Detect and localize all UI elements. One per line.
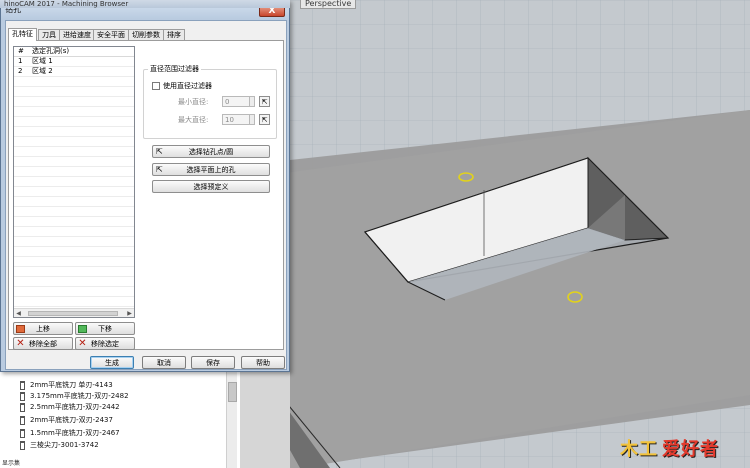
column-header-number: # bbox=[18, 47, 24, 55]
tool-icon bbox=[20, 429, 25, 438]
tab-clearance-plane[interactable]: 安全平面 bbox=[93, 29, 129, 40]
move-down-button[interactable]: 下移 bbox=[75, 322, 135, 335]
list-item-empty bbox=[14, 107, 134, 117]
browser-side-strip bbox=[240, 370, 290, 468]
list-item-empty bbox=[14, 157, 134, 167]
tool-item[interactable]: 2mm平底铣刀-双刃-2437 bbox=[20, 415, 113, 426]
tool-item[interactable]: 1.5mm平底铣刀-双刃-2467 bbox=[20, 428, 120, 439]
column-header-selected-holes: 选定孔洞(s) bbox=[32, 47, 70, 55]
viewport-label: Perspective bbox=[300, 0, 357, 9]
tool-item[interactable]: 2.5mm平底铣刀-双刃-2442 bbox=[20, 402, 120, 413]
max-diameter-label: 最大直径: bbox=[178, 116, 209, 124]
tool-icon bbox=[20, 416, 25, 425]
tool-icon bbox=[20, 381, 25, 390]
list-item-empty bbox=[14, 137, 134, 147]
list-item-empty bbox=[14, 117, 134, 127]
list-item-empty bbox=[14, 147, 134, 157]
list-item-empty bbox=[14, 297, 134, 307]
list-item[interactable]: 1 区域 1 bbox=[14, 57, 134, 67]
tab-panel-hole-features: # 选定孔洞(s) 1 区域 1 2 区域 2 ◀ ▶ 上移 下移 ✕ 移除全部… bbox=[8, 40, 284, 350]
list-item-empty bbox=[14, 207, 134, 217]
list-horizontal-scrollbar[interactable]: ◀ ▶ bbox=[14, 308, 134, 317]
list-item-empty bbox=[14, 237, 134, 247]
delete-icon: ✕ bbox=[16, 338, 25, 349]
list-item-empty bbox=[14, 257, 134, 267]
diameter-filter-group: 直径范围过滤器 使用直径过滤器 最小直径: 0 ⇱ 最大直径: 10 ⇱ bbox=[143, 64, 277, 139]
select-predefined-button[interactable]: 选择预定义 bbox=[152, 180, 270, 193]
select-drill-points-button[interactable]: ⇱ 选择钻孔点/圆 bbox=[152, 145, 270, 158]
cancel-button[interactable]: 取消 bbox=[142, 356, 186, 369]
hole-list[interactable]: # 选定孔洞(s) 1 区域 1 2 区域 2 ◀ ▶ bbox=[13, 46, 135, 318]
tool-icon bbox=[20, 441, 25, 450]
list-item-empty bbox=[14, 287, 134, 297]
scroll-thumb[interactable] bbox=[28, 311, 118, 316]
min-diameter-input[interactable]: 0 bbox=[222, 96, 250, 107]
select-holes-on-plane-button[interactable]: ⇱ 选择平面上的孔 bbox=[152, 163, 270, 176]
scroll-left-icon[interactable]: ◀ bbox=[14, 309, 23, 317]
list-item-empty bbox=[14, 247, 134, 257]
list-item-empty bbox=[14, 127, 134, 137]
list-item-empty bbox=[14, 227, 134, 237]
min-diameter-spinner[interactable] bbox=[249, 96, 255, 107]
list-item-empty bbox=[14, 177, 134, 187]
use-diameter-filter-label[interactable]: 使用直径过滤器 bbox=[163, 81, 212, 91]
drill-dialog: 钻孔 X 孔特征 刀具 进给速度 安全平面 切削参数 排序 # 选定孔洞(s) … bbox=[0, 0, 290, 372]
list-item-empty bbox=[14, 277, 134, 287]
machining-browser: 2mm平底铣刀 单刃-4143 3.175mm平底铣刀-双刃-2482 2.5m… bbox=[0, 370, 241, 468]
tab-sorting[interactable]: 排序 bbox=[163, 29, 185, 40]
move-up-button[interactable]: 上移 bbox=[13, 322, 73, 335]
list-item[interactable]: 2 区域 2 bbox=[14, 67, 134, 77]
min-diameter-label: 最小直径: bbox=[178, 98, 209, 106]
watermark-mark: 木工 bbox=[620, 439, 658, 460]
tab-feed-rate[interactable]: 进给速度 bbox=[59, 29, 95, 40]
list-item-empty bbox=[14, 167, 134, 177]
list-item-empty bbox=[14, 187, 134, 197]
arrow-down-icon bbox=[78, 325, 87, 333]
list-item-empty bbox=[14, 217, 134, 227]
pick-cursor-icon: ⇱ bbox=[156, 165, 163, 174]
max-diameter-spinner[interactable] bbox=[249, 114, 255, 125]
help-button[interactable]: 帮助 bbox=[241, 356, 285, 369]
remove-all-button[interactable]: ✕ 移除全部 bbox=[13, 337, 73, 350]
list-item-empty bbox=[14, 267, 134, 277]
list-header: # 选定孔洞(s) bbox=[14, 47, 134, 57]
list-item-empty bbox=[14, 97, 134, 107]
max-diameter-input[interactable]: 10 bbox=[222, 114, 250, 125]
tool-icon bbox=[20, 392, 25, 401]
tool-item[interactable]: 3.175mm平底铣刀-双刃-2482 bbox=[20, 391, 129, 402]
watermark-text: 爱好者 bbox=[662, 439, 719, 460]
diameter-filter-label: 直径范围过滤器 bbox=[148, 64, 201, 74]
remove-selected-button[interactable]: ✕ 移除选定 bbox=[75, 337, 135, 350]
generate-button[interactable]: 生成 bbox=[90, 356, 134, 369]
watermark-logo: 木工 爱好者 bbox=[620, 435, 719, 461]
save-button[interactable]: 保存 bbox=[191, 356, 235, 369]
list-item-empty bbox=[14, 77, 134, 87]
scroll-right-icon[interactable]: ▶ bbox=[125, 309, 134, 317]
tab-hole-features[interactable]: 孔特征 bbox=[8, 28, 37, 41]
dialog-body: 孔特征 刀具 进给速度 安全平面 切削参数 排序 # 选定孔洞(s) 1 区域 … bbox=[5, 20, 287, 370]
tab-cut-parameters[interactable]: 切削参数 bbox=[128, 29, 164, 40]
list-item-empty bbox=[14, 197, 134, 207]
pick-cursor-icon[interactable]: ⇱ bbox=[259, 114, 270, 125]
tool-item[interactable]: 三棱尖刀-3001-3742 bbox=[20, 440, 99, 451]
scroll-thumb[interactable] bbox=[228, 382, 237, 402]
pick-cursor-icon[interactable]: ⇱ bbox=[259, 96, 270, 107]
tool-item[interactable]: 2mm平底铣刀 单刃-4143 bbox=[20, 380, 113, 391]
browser-footer: 显示集 bbox=[2, 460, 21, 467]
list-item-empty bbox=[14, 87, 134, 97]
tab-tool[interactable]: 刀具 bbox=[38, 29, 60, 40]
app-titlebar: hinoCAM 2017 - Machining Browser bbox=[0, 0, 290, 8]
pick-cursor-icon: ⇱ bbox=[156, 147, 163, 156]
tool-icon bbox=[20, 403, 25, 412]
arrow-up-icon bbox=[16, 325, 25, 333]
browser-scrollbar[interactable] bbox=[226, 370, 237, 468]
delete-icon: ✕ bbox=[78, 338, 87, 349]
use-diameter-filter-checkbox[interactable] bbox=[152, 82, 160, 90]
